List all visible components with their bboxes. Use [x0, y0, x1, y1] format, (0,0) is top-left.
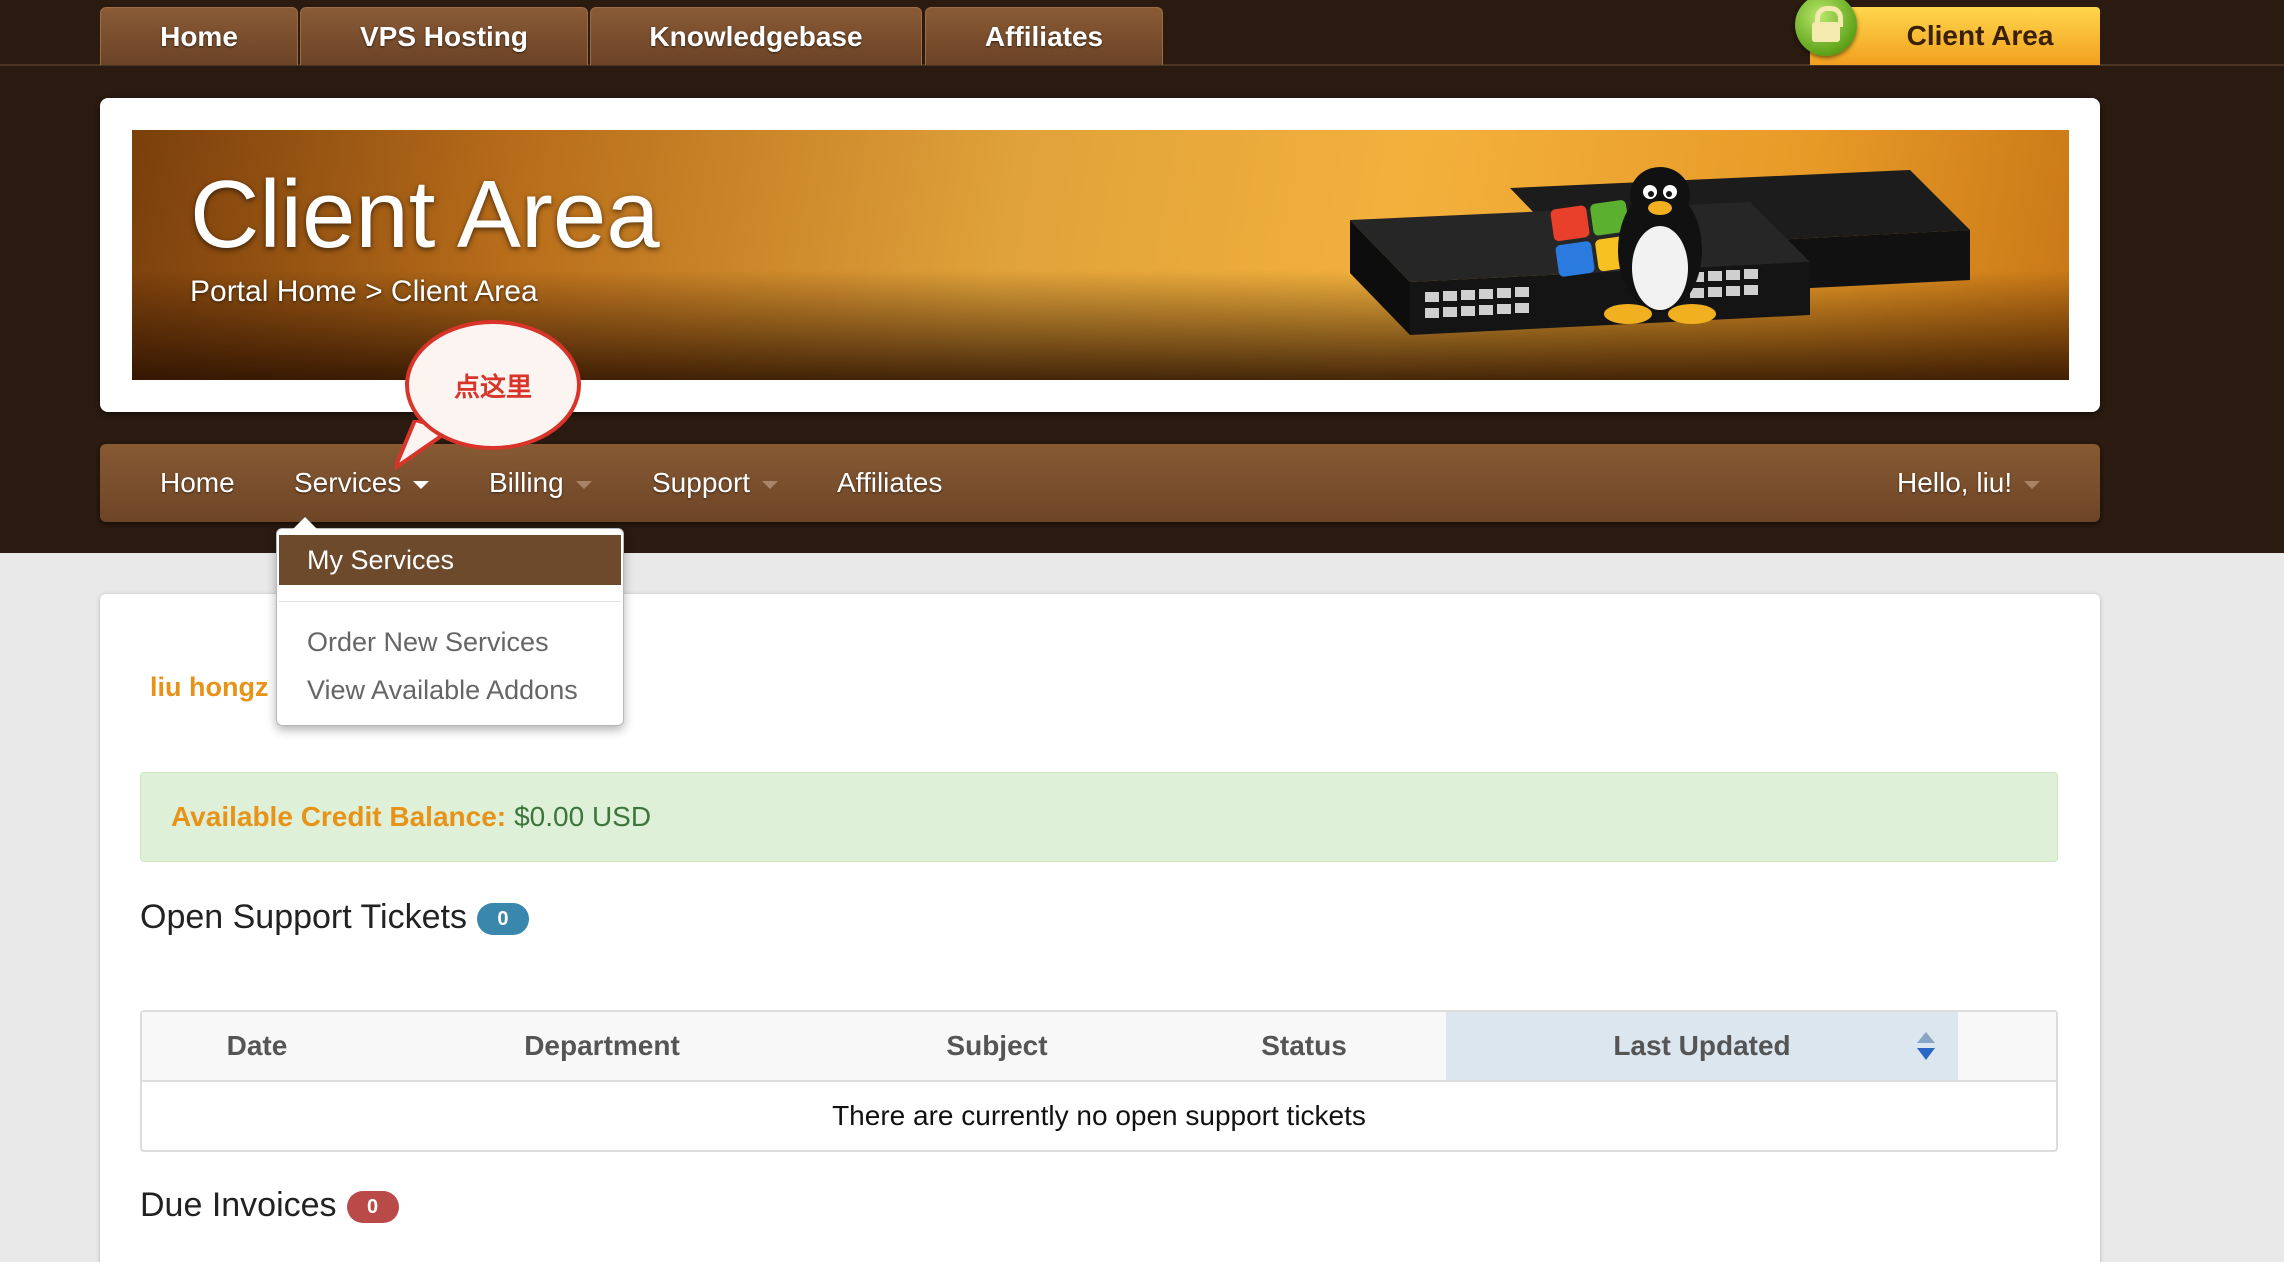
caret-down-icon: [575, 481, 592, 489]
invoices-count-badge: 0: [346, 1191, 399, 1224]
tickets-table: Date Department Subject Status Last Upda…: [140, 1010, 2058, 1152]
table-empty-row: There are currently no open support tick…: [832, 1100, 1366, 1131]
column-label: Department: [524, 1030, 680, 1061]
top-tab-vps-hosting[interactable]: VPS Hosting: [300, 7, 588, 65]
tickets-count-badge: 0: [476, 903, 529, 936]
column-department[interactable]: Department: [372, 1012, 832, 1080]
invoices-title: Due Invoices: [140, 1186, 337, 1224]
top-tab-home[interactable]: Home: [100, 7, 298, 65]
callout-text: 点这里: [453, 371, 532, 402]
top-tab-label: Knowledgebase: [649, 20, 863, 52]
column-status[interactable]: Status: [1162, 1012, 1446, 1080]
column-last-updated[interactable]: Last Updated: [1446, 1012, 1958, 1080]
top-tab-label: Home: [160, 20, 238, 52]
nav-billing[interactable]: Billing: [489, 444, 592, 522]
nav-billing-label: Billing: [489, 467, 564, 498]
nav-support-label: Support: [652, 467, 751, 498]
services-dropdown: My Services Order New Services View Avai…: [276, 517, 624, 726]
invoices-heading: Due Invoices 0: [140, 1186, 399, 1225]
callout-bubble: 点这里: [405, 320, 581, 450]
nav-home[interactable]: Home: [160, 444, 235, 522]
server-graphic: [1350, 167, 1970, 335]
column-label: Date: [226, 1030, 288, 1061]
tickets-heading: Open Support Tickets 0: [140, 898, 529, 937]
nav-support[interactable]: Support: [652, 444, 779, 522]
credit-value: $0.00 USD: [514, 801, 652, 832]
column-label: Status: [1261, 1030, 1347, 1061]
credit-label: Available Credit Balance:: [171, 801, 507, 832]
top-tab-knowledgebase[interactable]: Knowledgebase: [590, 7, 922, 65]
nav-user-label: Hello, liu!: [1897, 467, 2013, 498]
credit-balance-alert: Available Credit Balance: $0.00 USD: [140, 772, 2058, 862]
breadcrumb: Portal Home > Client Area: [190, 275, 538, 308]
page-title: Client Area: [190, 161, 660, 268]
nav-affiliates[interactable]: Affiliates: [837, 444, 942, 522]
menu-item-my-services[interactable]: My Services: [279, 535, 621, 585]
menu-item-order-new-services[interactable]: Order New Services: [307, 627, 549, 658]
client-area-label: Client Area: [1906, 20, 2054, 51]
top-tab-label: VPS Hosting: [359, 20, 528, 52]
username: liu hongz: [150, 672, 269, 702]
nav-services-label: Services: [294, 467, 402, 498]
menu-divider: [279, 601, 621, 602]
column-label: Subject: [946, 1030, 1048, 1061]
caret-down-icon: [2024, 481, 2041, 489]
menu-item-view-available-addons[interactable]: View Available Addons: [307, 675, 578, 706]
nav-home-label: Home: [160, 467, 235, 498]
caret-down-icon: [413, 481, 430, 489]
sort-icon: [1917, 1032, 1935, 1060]
top-tab-affiliates[interactable]: Affiliates: [925, 7, 1163, 65]
column-label: Last Updated: [1613, 1030, 1791, 1061]
tickets-title: Open Support Tickets: [140, 898, 467, 936]
column-date[interactable]: Date: [142, 1012, 372, 1080]
nav-affiliates-label: Affiliates: [837, 467, 943, 498]
column-subject[interactable]: Subject: [832, 1012, 1162, 1080]
caret-down-icon: [762, 481, 779, 489]
menu-item-label: My Services: [307, 544, 455, 575]
top-tab-label: Affiliates: [984, 20, 1104, 52]
nav-user-menu[interactable]: Hello, liu!: [1897, 444, 2041, 522]
